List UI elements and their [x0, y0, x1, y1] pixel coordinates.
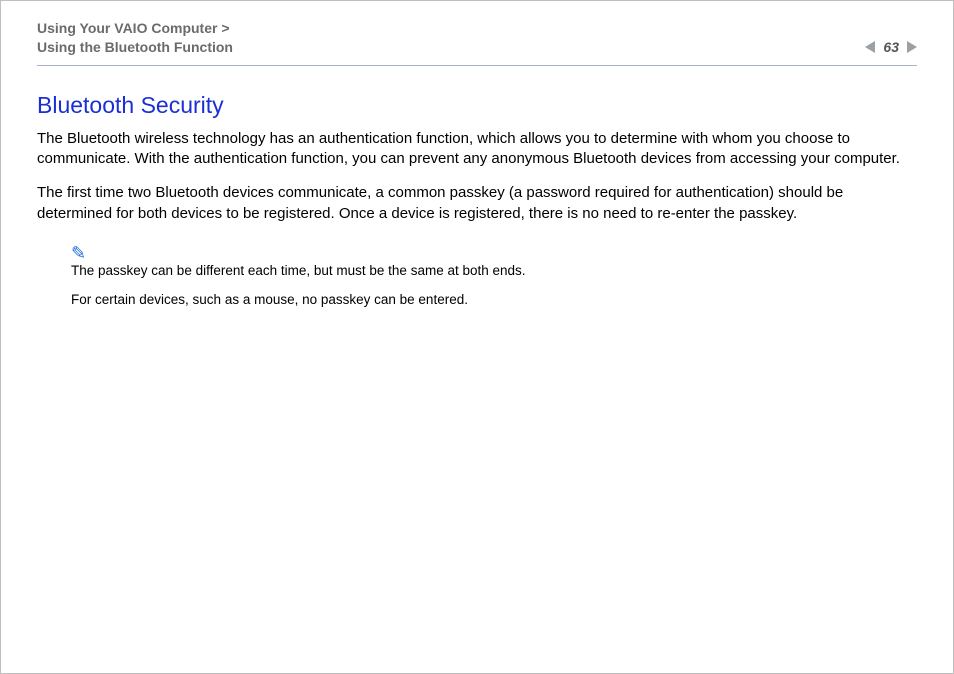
- prev-page-icon[interactable]: [865, 41, 875, 53]
- note-block: ✎ The passkey can be different each time…: [71, 244, 917, 309]
- page-navigator: 63: [865, 39, 917, 57]
- body-paragraph-2: The first time two Bluetooth devices com…: [37, 183, 917, 224]
- note-line-1: The passkey can be different each time, …: [71, 262, 917, 280]
- document-page: Using Your VAIO Computer > Using the Blu…: [0, 0, 954, 674]
- page-number: 63: [881, 39, 901, 55]
- note-line-2: For certain devices, such as a mouse, no…: [71, 291, 917, 309]
- note-icon: ✎: [71, 244, 86, 262]
- page-content: Bluetooth Security The Bluetooth wireles…: [37, 66, 917, 309]
- breadcrumb: Using Your VAIO Computer > Using the Blu…: [37, 19, 233, 57]
- page-header: Using Your VAIO Computer > Using the Blu…: [37, 19, 917, 63]
- breadcrumb-line-2[interactable]: Using the Bluetooth Function: [37, 38, 233, 57]
- body-paragraph-1: The Bluetooth wireless technology has an…: [37, 129, 917, 170]
- next-page-icon[interactable]: [907, 41, 917, 53]
- section-title: Bluetooth Security: [37, 92, 917, 119]
- breadcrumb-line-1[interactable]: Using Your VAIO Computer >: [37, 19, 233, 38]
